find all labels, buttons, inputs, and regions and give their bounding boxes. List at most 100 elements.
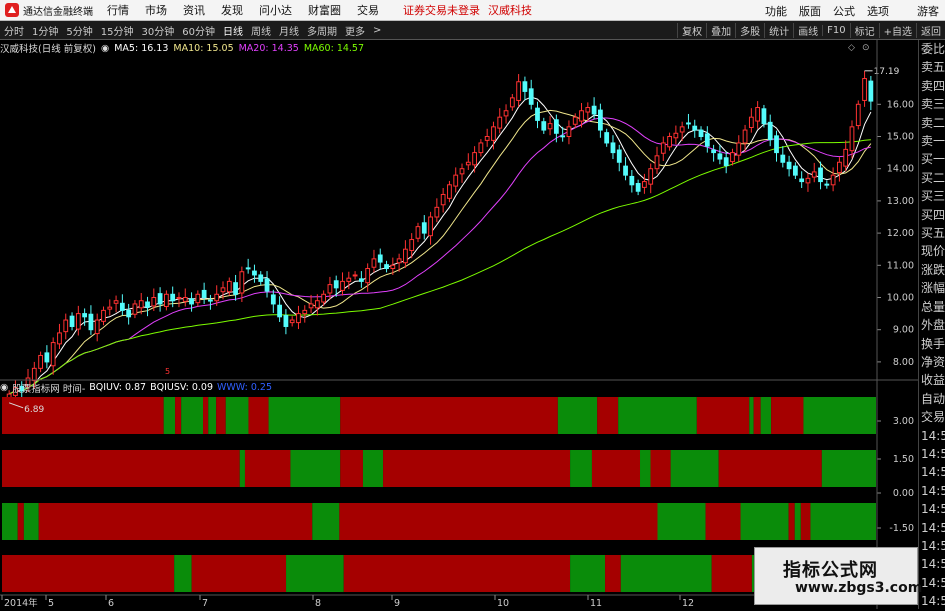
candle-body [667,136,672,148]
button-add-watchlist[interactable]: +自选 [878,23,916,38]
button-draw[interactable]: 画线 [793,23,822,38]
menu-item-market[interactable]: 行情 [107,2,129,18]
indicator-band-segment [711,555,752,592]
menu-options[interactable]: 选项 [867,3,889,19]
candle-body [390,264,396,270]
price-tick-label: 15.00 [887,132,914,143]
period-15min[interactable]: 15分钟 [97,23,138,38]
side-label-12: 涨跌 [921,262,945,277]
period-weekly[interactable]: 周线 [247,23,275,38]
candle-body [522,81,528,92]
period-1min[interactable]: 1分钟 [28,23,62,38]
indicator-tick-label: -1.50 [889,523,914,534]
candle-body [553,119,559,134]
indicator-band-segment [788,503,795,540]
zoom-circle-icon[interactable]: ⊙ [862,43,870,53]
period-monthly[interactable]: 月线 [275,23,303,38]
menu-item-trade[interactable]: 交易 [357,2,379,18]
watermark-logo: 指标公式网 www.zbgs3.com [754,547,922,605]
candle-body [805,177,811,184]
quote-side-panel: 委比 卖五 卖四 卖三 卖二 卖一 买一 买二 买三 买四 买五 现价 涨跌 涨幅 总量 外盘 换手 净资 收益 自… [918,40,945,609]
candle-body [799,178,805,183]
candle-body [774,135,779,154]
price-axis: 16.00 15.00 14.00 13.00 12.00 11.00 10.00 9.00 8… [877,99,914,368]
indicator-band-segment [23,503,39,540]
candle-body [38,354,43,369]
candle-body [730,152,735,163]
button-stats[interactable]: 统计 [764,23,793,38]
indicator-band-segment [760,397,772,434]
candle-body [855,103,861,127]
button-f10[interactable]: F10 [822,25,849,36]
candle-body [541,121,547,131]
menu-item-wealth[interactable]: 财富圈 [308,2,341,18]
signal-mark-label: 5 [165,367,170,376]
candle-body [742,129,748,144]
side-trade-label-10: 14:50 [921,575,945,590]
candle-body [296,313,301,324]
more-arrow-icon[interactable]: > [369,25,385,36]
zoom-diamond-icon[interactable]: ◇ [848,43,855,53]
button-adjust[interactable]: 复权 [677,23,706,38]
menu-item-news[interactable]: 资讯 [183,2,205,18]
candle-body [660,142,666,154]
menu-item-ask[interactable]: 问小达 [259,2,292,18]
period-30min[interactable]: 30分钟 [137,23,178,38]
indicator-band-segment [771,397,804,434]
period-daily[interactable]: 日线 [219,23,247,38]
indicator-v3: WWW: 0.25 [217,382,272,393]
indicator-band-segment [821,450,876,487]
button-back[interactable]: 返回 [916,23,945,38]
menu-layout[interactable]: 版面 [799,3,821,19]
candle-body [214,293,220,302]
guest-user[interactable]: 游客 [917,3,939,19]
side-label-2: 卖四 [921,78,945,93]
period-multi[interactable]: 多周期 [303,23,341,38]
candle-body [302,309,308,315]
candle-body [208,299,213,302]
menu-item-markets[interactable]: 市场 [145,2,167,18]
period-more[interactable]: 更多 [341,23,369,38]
candle-body [151,297,157,307]
price-tick-label: 13.00 [887,196,914,207]
menu-item-discover[interactable]: 发现 [221,2,243,18]
side-label-11: 现价 [921,244,945,259]
indicator-band-segment [749,397,754,434]
candle-body [314,300,320,309]
period-timeshare[interactable]: 分时 [0,23,28,38]
period-5min[interactable]: 5分钟 [62,23,96,38]
candle-body [566,126,572,137]
button-mark[interactable]: 标记 [849,23,879,38]
indicator-band-segment [239,450,245,487]
indicator-band-segment [248,397,269,434]
indicator-band-segment [670,450,719,487]
date-axis: 2014年 5 6 7 8 9 10 11 12 [0,594,876,609]
candle-body [57,332,62,345]
indicator-band-segment [203,397,209,434]
menu-formula[interactable]: 公式 [833,3,855,19]
candle-body [107,306,113,310]
kline-chart[interactable]: 16.00 15.00 14.00 13.00 12.00 11.00 10.00 9.00 8… [0,40,918,609]
login-notice[interactable]: 证券交易未登录 [403,2,480,18]
candle-body [233,282,238,295]
period-60min[interactable]: 60分钟 [178,23,219,38]
candle-body [459,168,465,175]
ma60-line [8,139,871,395]
candle-body [138,300,144,309]
side-label-10: 买五 [921,226,945,241]
button-overlay[interactable]: 叠加 [706,23,735,38]
indicator-band-segment [175,397,182,434]
candle-body [818,167,823,183]
candle-body [69,315,75,327]
candle-body [616,149,622,163]
side-label-4: 卖二 [921,115,945,130]
indicator-settings-icon[interactable]: ◉ [0,382,8,393]
menu-function[interactable]: 功能 [765,3,787,19]
candle-body [377,254,383,263]
indicator-band-segment [803,397,876,434]
candle-body [145,301,150,308]
candle-body [748,116,754,128]
candle-body [415,226,421,239]
candle-body [453,174,459,187]
button-multi-stock[interactable]: 多股 [735,23,764,38]
